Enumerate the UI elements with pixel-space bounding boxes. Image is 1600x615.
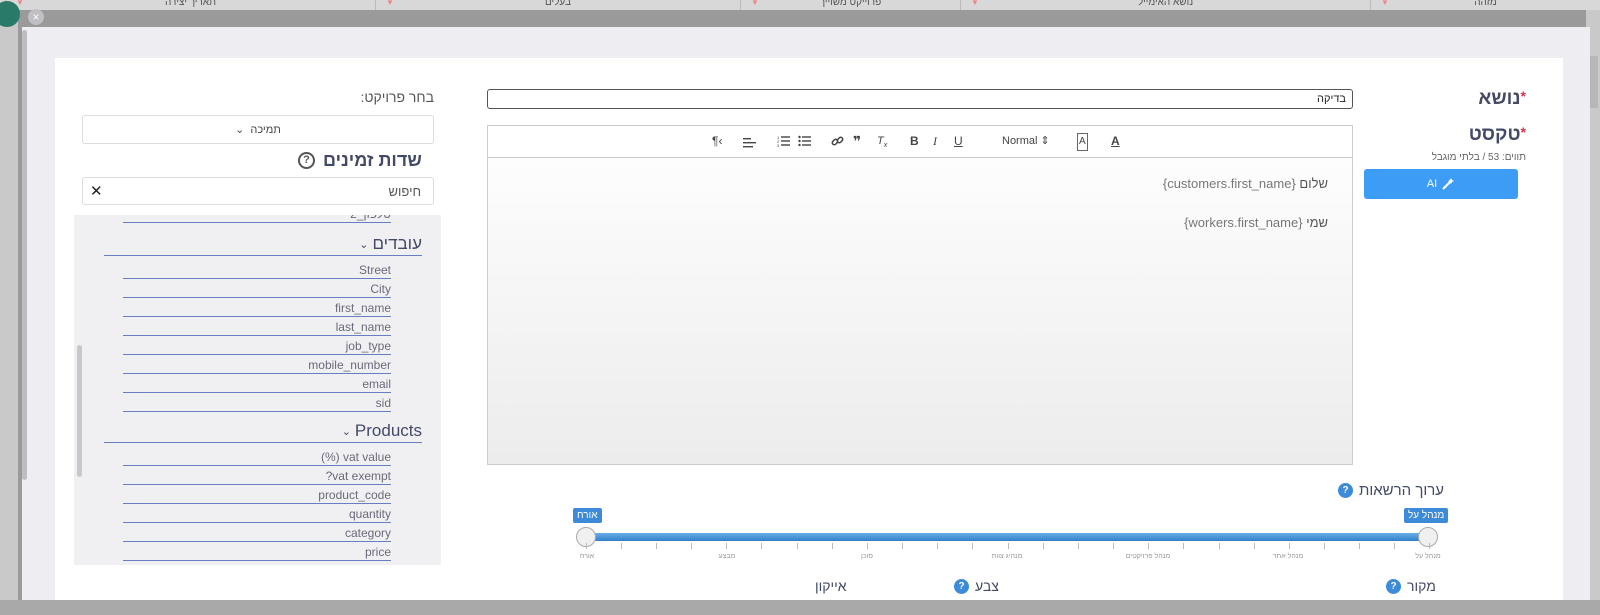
italic-icon[interactable]: I [933, 133, 937, 149]
choose-project-label: בחר פרויקט: [360, 89, 434, 105]
slider-min-tag: אורח [573, 508, 602, 523]
source-label: מקור ? [1386, 578, 1436, 594]
project-select-value: תמיכה [250, 123, 281, 136]
project-select[interactable]: תמיכה ⌄ [82, 115, 434, 144]
subject-label: *נושא [1478, 88, 1526, 109]
editor-line: שמי {workers.first_name} [1184, 215, 1328, 230]
permissions-title: ערוך הרשאות ? [1338, 482, 1444, 499]
rich-text-editor[interactable]: A A Normal ⇕ U I B Tx ❞ 123 ¶‹ שלום {cus… [487, 125, 1353, 465]
text-label: *טקסט [1468, 124, 1526, 145]
field-group-products[interactable]: Products ⌄ [104, 421, 422, 443]
editor-line: שלום {customers.first_name} [1162, 176, 1328, 191]
tick-label: מנהיג צוות [991, 553, 1023, 560]
ai-button-label: AI [1426, 178, 1438, 190]
field-item[interactable]: vat exempt? [123, 469, 391, 485]
bg-column-id: ▼ מזהה [1370, 0, 1600, 10]
modal-scrollbar[interactable] [22, 30, 27, 480]
background-bottom [0, 600, 1600, 615]
field-item[interactable]: job_type [123, 339, 391, 355]
chevron-down-icon: ⌄ [359, 238, 369, 251]
field-item[interactable]: טלפון_2 [123, 215, 391, 223]
bg-column-subject: ▼ נושא האימייל [960, 0, 1370, 10]
help-icon[interactable]: ? [954, 578, 969, 594]
field-item[interactable]: last_name [123, 320, 391, 336]
slider-max-tag: מנהל על [1404, 508, 1449, 523]
quote-icon[interactable]: ❞ [853, 133, 861, 149]
link-icon[interactable] [831, 135, 844, 148]
field-item[interactable]: City [123, 282, 391, 298]
fields-list-scrollbar[interactable] [77, 345, 82, 477]
color-label: צבע ? [954, 578, 999, 594]
clear-format-icon[interactable]: Tx [877, 133, 887, 154]
field-item[interactable]: vat value (%) [123, 450, 391, 466]
text-direction-icon[interactable]: ¶‹ [712, 133, 722, 149]
magic-wand-icon [1442, 178, 1455, 190]
bg-column-owner: ▼ בעלים [375, 0, 740, 10]
svg-text:3: 3 [777, 143, 780, 147]
field-item[interactable]: email [123, 377, 391, 393]
slider-ticks [586, 543, 1430, 551]
field-item[interactable]: product_code [123, 488, 391, 504]
underline-icon[interactable]: U [954, 133, 963, 149]
bg-column-created: ▼ תאריך יצירה [5, 0, 375, 10]
tick-label: מנהל על [1415, 553, 1441, 560]
tick-label: מנהל אתר [1272, 553, 1304, 560]
help-icon[interactable]: ? [1386, 578, 1401, 594]
ai-button[interactable]: AI [1364, 169, 1518, 199]
field-item[interactable]: first_name [123, 301, 391, 317]
icon-label: אייקון [815, 578, 847, 594]
bg-column-project: ▼ פרוייקט משוייך [740, 0, 960, 10]
help-icon[interactable]: ? [1338, 483, 1353, 498]
text-color-icon[interactable]: A [1111, 133, 1120, 149]
align-icon[interactable] [743, 136, 756, 148]
chevron-down-icon: ⌄ [235, 124, 245, 136]
chevron-down-icon: ⌄ [341, 425, 351, 438]
background-color-icon[interactable]: A [1077, 133, 1088, 151]
available-fields-list: טלפון_2 עובדים⌄ Street City first_name l… [74, 215, 441, 565]
subject-input[interactable] [487, 89, 1353, 109]
field-group-workers[interactable]: עובדים ⌄ [104, 234, 422, 256]
permissions-range-slider[interactable] [586, 533, 1430, 541]
bold-icon[interactable]: B [910, 133, 919, 149]
character-count: תווים: 53 / בלתי מוגבל [1431, 152, 1526, 163]
background-left-panel [0, 10, 18, 615]
field-item[interactable]: mobile_number [123, 358, 391, 374]
field-item[interactable]: quantity [123, 507, 391, 523]
tick-label: אורח [579, 553, 595, 560]
ordered-list-icon[interactable]: 123 [777, 135, 790, 147]
bullet-list-icon[interactable] [798, 135, 811, 147]
editor-toolbar: A A Normal ⇕ U I B Tx ❞ 123 ¶‹ [488, 126, 1352, 158]
clear-search-icon[interactable]: ✕ [90, 182, 103, 200]
field-item[interactable]: price [123, 545, 391, 561]
tick-label: מבצע [718, 553, 736, 560]
available-fields-title: שדות זמינים ? [298, 150, 422, 171]
tick-label: סוכן [861, 553, 873, 560]
background-table-header: ▼ מזהה ▼ נושא האימייל ▼ פרוייקט משוייך ▼ בעל… [0, 0, 1600, 10]
field-item[interactable]: Street [123, 263, 391, 279]
help-icon[interactable]: ? [298, 152, 315, 169]
close-icon[interactable]: × [28, 9, 44, 25]
editor-content[interactable]: שלום {customers.first_name} שמי {workers… [488, 158, 1352, 272]
fields-search-input[interactable] [82, 177, 434, 205]
format-select[interactable]: Normal ⇕ [1002, 133, 1050, 149]
tick-label: מנהל פרויקטים [1125, 553, 1171, 560]
field-item[interactable]: sid [123, 396, 391, 412]
field-item[interactable]: category [123, 526, 391, 542]
